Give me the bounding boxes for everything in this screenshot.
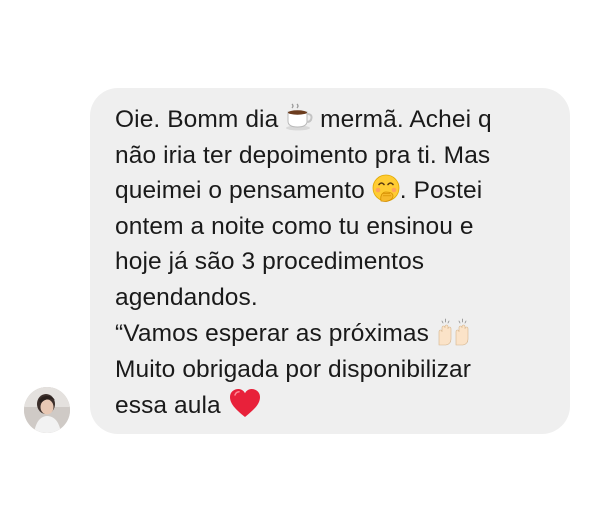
- profile-photo-icon: [24, 387, 70, 433]
- line-3-text-end: . Postei: [399, 177, 483, 204]
- message-line-1: Oie. Bomm dia mermã. Achei q: [115, 102, 546, 138]
- hand-over-mouth-icon: [372, 174, 400, 202]
- line-9-text-start: essa aula: [115, 392, 228, 419]
- message-line-6: agendandos.: [115, 283, 258, 311]
- line-3-text-start: queimei o pensamento: [115, 177, 372, 204]
- message-line-2: não iria ter depoimento pra ti. Mas: [115, 141, 491, 169]
- message-bubble[interactable]: Oie. Bomm dia mermã. Achei q não iria te…: [90, 88, 570, 434]
- hot-beverage-icon: [285, 103, 313, 131]
- line-7-text-start: “Vamos esperar as próximas: [115, 320, 436, 347]
- message-line-8: Muito obrigada por disponibilizar: [115, 355, 472, 383]
- raising-hands-icon: [436, 315, 472, 347]
- message-line-4: ontem a noite como tu ensinou e: [115, 212, 474, 240]
- sender-avatar[interactable]: [24, 387, 70, 433]
- message-line-7: “Vamos esperar as próximas: [115, 315, 546, 352]
- line-1-text-end: mermã. Achei q: [313, 106, 492, 133]
- red-heart-icon: [228, 387, 262, 419]
- message-line-9: essa aula: [115, 387, 546, 424]
- message-thread: Oie. Bomm dia mermã. Achei q não iria te…: [0, 0, 600, 528]
- line-1-text-start: Oie. Bomm dia: [115, 106, 286, 133]
- message-line-3: queimei o pensamento . Postei: [115, 173, 546, 209]
- message-line-5: hoje já são 3 procedimentos: [115, 248, 425, 275]
